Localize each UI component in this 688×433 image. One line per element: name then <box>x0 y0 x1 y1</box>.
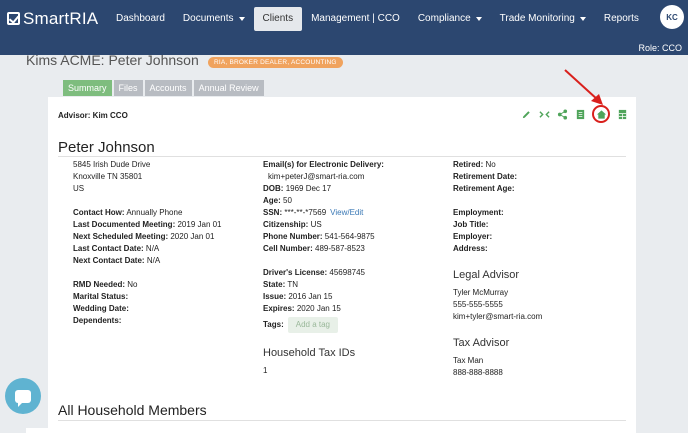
chat-widget-button[interactable] <box>5 378 41 414</box>
email-value: kim+peterJ@smart-ria.com <box>268 172 365 181</box>
client-type-badge: RIA, BROKER DEALER, ACCOUNTING <box>208 57 343 68</box>
nav-dashboard[interactable]: Dashboard <box>107 7 174 31</box>
nav-documents[interactable]: Documents <box>174 7 254 31</box>
rmd-row: RMD Needed: No <box>73 280 138 289</box>
age-row: Age: 50 <box>263 196 292 205</box>
ssn-view-edit-link[interactable]: View/Edit <box>330 208 363 217</box>
role-label: Role: CCO <box>638 43 682 53</box>
nav-clients[interactable]: Clients <box>253 6 303 31</box>
tab-files[interactable]: Files <box>113 80 143 96</box>
user-avatar[interactable]: KC <box>660 5 684 29</box>
ssn-row: SSN: ***-**-*7569 View/Edit <box>263 208 364 217</box>
address-line: US <box>73 184 85 193</box>
annotation-arrow-icon <box>564 69 603 105</box>
chat-bubble-icon <box>15 389 31 407</box>
address-line: Knoxville TN 35801 <box>73 172 143 181</box>
checkbox-logo-icon <box>7 12 20 25</box>
license-row: Driver's License: 45698745 <box>263 268 365 277</box>
issue-row: Issue: 2016 Jan 15 <box>263 292 333 301</box>
column-personal: 5845 Irish Dude Drive Knoxville TN 35801… <box>73 159 243 327</box>
caret-down-icon <box>238 16 245 21</box>
advisor-label: Advisor: Kim CCO <box>58 111 128 120</box>
tab-annual-review[interactable]: Annual Review <box>193 80 264 96</box>
nav-management-cco[interactable]: Management | CCO <box>302 7 409 31</box>
caret-down-icon <box>475 16 482 21</box>
household-tax-ids-title: Household Tax IDs <box>263 347 356 359</box>
retired-row: Retired: No <box>453 160 496 169</box>
dob-row: DOB: 1969 Dec 17 <box>263 184 332 193</box>
brand-name: SmartRIA <box>23 8 99 28</box>
summary-card: Advisor: Kim CCO Peter Johnson 5845 Iris… <box>48 97 636 433</box>
legal-advisor-email: kim+tyler@smart-ria.com <box>453 312 543 321</box>
legal-advisor-title: Legal Advisor <box>453 269 520 281</box>
client-name: Peter Johnson <box>58 139 155 156</box>
add-tag-input[interactable]: Add a tag <box>287 317 338 333</box>
column-employment: Retired: No Retirement Date: Retirement … <box>453 159 628 379</box>
client-title: Kims ACME: Peter Johnson <box>26 52 199 68</box>
legal-advisor-name: Tyler McMurray <box>453 288 509 297</box>
brand-logo[interactable]: SmartRIA <box>7 9 107 29</box>
divider <box>58 420 626 421</box>
next-meeting-row: Next Scheduled Meeting: 2020 Jan 01 <box>73 232 215 241</box>
last-contact-row: Last Contact Date: N/A <box>73 244 160 253</box>
bottom-strip <box>26 428 234 433</box>
retirement-date-label: Retirement Date: <box>453 172 518 181</box>
employment-label: Employment: <box>453 208 504 217</box>
tax-advisor-phone: 888-888-8888 <box>453 368 503 377</box>
pencil-icon[interactable] <box>520 108 532 120</box>
tab-accounts[interactable]: Accounts <box>144 80 192 96</box>
contact-how-row: Contact How: Annually Phone <box>73 208 183 217</box>
nav-compliance[interactable]: Compliance <box>409 7 491 31</box>
tab-summary[interactable]: Summary <box>63 80 112 96</box>
cell-row: Cell Number: 489-587-8523 <box>263 244 365 253</box>
client-tabs: Summary Files Accounts Annual Review <box>63 80 266 96</box>
household-tax-ids-value: 1 <box>263 366 268 375</box>
nav-trade-monitoring[interactable]: Trade Monitoring <box>491 7 595 31</box>
tax-advisor-name: Tax Man <box>453 356 484 365</box>
dependents-row: Dependents: <box>73 316 122 325</box>
caret-down-icon <box>579 16 586 21</box>
email-label: Email(s) for Electronic Delivery: <box>263 160 384 169</box>
marital-row: Marital Status: <box>73 292 129 301</box>
legal-advisor-phone: 555-555-5555 <box>453 300 503 309</box>
code-icon[interactable] <box>538 108 550 120</box>
expires-row: Expires: 2020 Jan 15 <box>263 304 341 313</box>
last-meeting-row: Last Documented Meeting: 2019 Jan 01 <box>73 220 222 229</box>
state-row: State: TN <box>263 280 298 289</box>
citizenship-row: Citizenship: US <box>263 220 322 229</box>
top-navbar: SmartRIA Dashboard Documents Clients Man… <box>0 0 688 37</box>
employer-label: Employer: <box>453 232 493 241</box>
job-title-label: Job Title: <box>453 220 489 229</box>
next-contact-row: Next Contact Date: N/A <box>73 256 161 265</box>
household-members-title: All Household Members <box>58 402 207 418</box>
address-label: Address: <box>453 244 488 253</box>
tax-advisor-title: Tax Advisor <box>453 337 510 349</box>
retirement-age-label: Retirement Age: <box>453 184 515 193</box>
phone-row: Phone Number: 541-564-9875 <box>263 232 375 241</box>
tags-row: Tags: Add a tag <box>263 317 443 333</box>
column-contact: Email(s) for Electronic Delivery: kim+pe… <box>263 159 443 377</box>
wedding-row: Wedding Date: <box>73 304 129 313</box>
nav-reports[interactable]: Reports <box>595 7 648 31</box>
divider <box>58 156 626 157</box>
address-line: 5845 Irish Dude Drive <box>73 160 151 169</box>
